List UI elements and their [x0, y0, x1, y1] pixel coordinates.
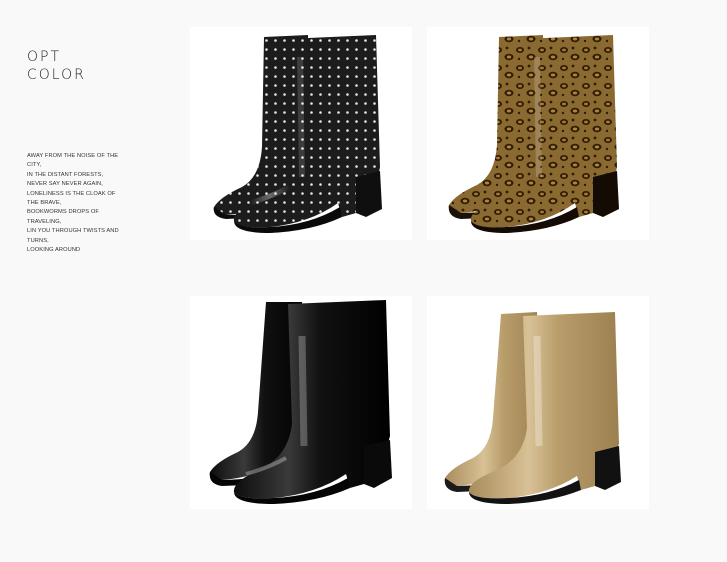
product-card-khaki[interactable] [427, 296, 649, 509]
poem-line: LONELINESS IS THE CLOAK OF THE BRAVE, [27, 190, 116, 207]
product-card-black[interactable] [190, 296, 412, 509]
poem-line: BOOKWORMS DROPS OF TRAVELING, [27, 209, 99, 225]
black-rain-boot-icon [209, 300, 392, 504]
poem-line: NEVER SAY NEVER AGAIN, [27, 181, 103, 188]
product-card-polka-dot[interactable] [190, 27, 412, 240]
poem-line: IN THE DISTANT FORESTS, [27, 171, 104, 178]
color-options-heading: OPT COLOR [27, 48, 86, 84]
product-color-options-page: OPT COLOR AWAY FROM THE NOISE OF THE CIT… [0, 0, 727, 562]
polka-dot-rain-boot-icon [213, 35, 382, 233]
heading-line-color: COLOR [27, 67, 86, 83]
product-card-leopard[interactable] [427, 27, 649, 240]
leopard-rain-boot-icon [448, 35, 619, 233]
poem-line: LIN YOU THROUGH TWISTS AND TURNS, [27, 228, 119, 244]
poem-line: AWAY FROM THE NOISE OF THE CITY, [27, 153, 119, 169]
poem-line: LOOKING AROUND [27, 247, 81, 254]
heading-line-opt: OPT [27, 49, 62, 65]
poem-copy: AWAY FROM THE NOISE OF THE CITY, IN THE … [27, 152, 123, 255]
khaki-rain-boot-icon [444, 312, 621, 504]
